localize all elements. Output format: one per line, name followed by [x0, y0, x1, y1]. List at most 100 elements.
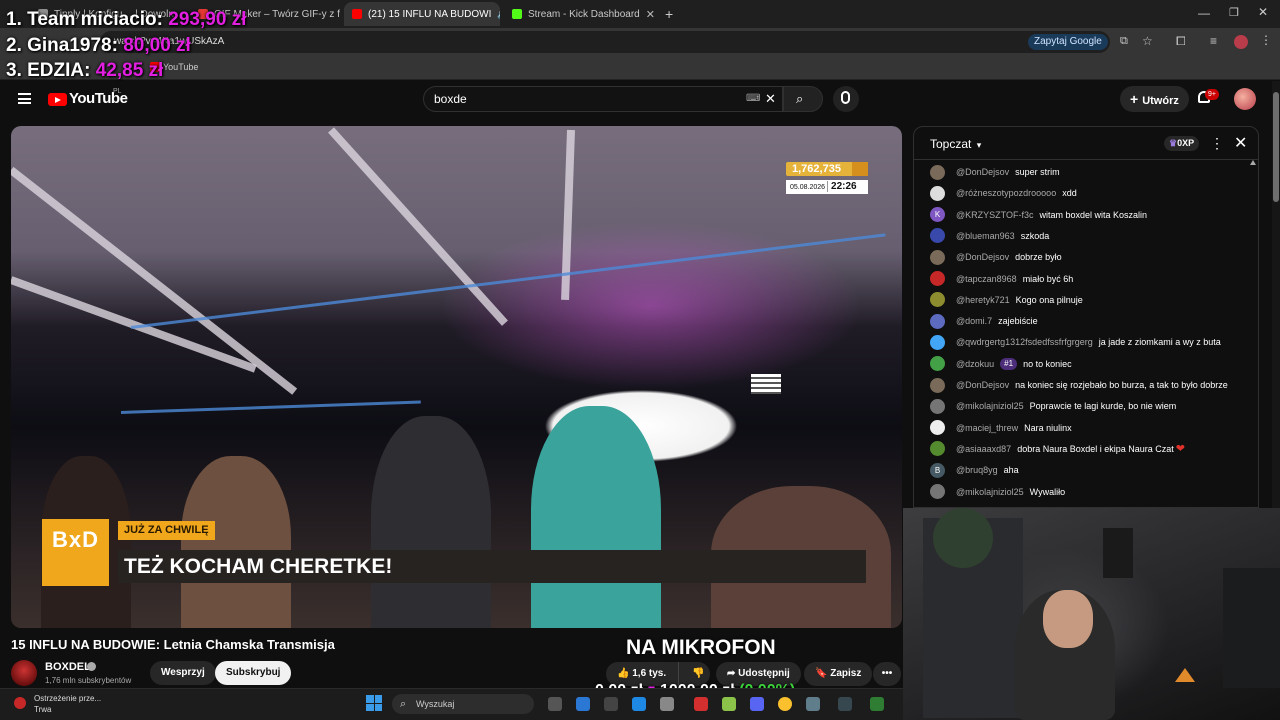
chat-author-avatar[interactable] [930, 292, 945, 308]
chat-author[interactable]: @domi.7 [956, 316, 992, 326]
file-explorer-icon[interactable] [660, 697, 674, 711]
page-scrollbar-thumb[interactable] [1273, 92, 1279, 202]
chat-message[interactable]: @tapczan8968 miało być 6h [930, 271, 1073, 287]
chat-author[interactable]: @qwdrgertg1312fsdedfssfrfgrgerg [956, 337, 1093, 347]
voice-search-button[interactable] [833, 86, 859, 112]
subscribe-button[interactable]: Subskrybuj [215, 661, 292, 685]
app-icon[interactable] [722, 697, 736, 711]
chat-mode-dropdown[interactable]: Topczat ▾ [930, 137, 981, 151]
search-button[interactable]: ⌕ [783, 86, 823, 112]
obs-icon[interactable] [838, 697, 852, 711]
taskbar-search[interactable]: ⌕ Wyszukaj [392, 694, 534, 714]
chat-author[interactable]: @DonDejsov [956, 252, 1009, 262]
edge-icon[interactable] [576, 697, 590, 711]
chat-message[interactable]: K @KRZYSZTOF-f3c witam boxdel wita Koszali… [930, 207, 1147, 223]
chrome-icon[interactable] [778, 697, 792, 711]
channel-avatar[interactable] [11, 660, 37, 686]
chat-message[interactable]: @mikolajniziol25 Poprawcie te lagi kurde,… [930, 398, 1176, 414]
chat-author[interactable]: @tapczan8968 [956, 274, 1017, 284]
keyboard-icon[interactable]: ⌨ [746, 87, 760, 111]
url-field[interactable]: watch?v=4Ka1wUSkAzA [100, 31, 1110, 53]
chat-author[interactable]: @KRZYSZTOF-f3c [956, 210, 1033, 220]
chat-author-avatar[interactable]: B [930, 462, 945, 478]
tab-kick[interactable]: Stream - Kick Dashboard ✕ [504, 2, 656, 26]
chat-message[interactable]: @asiaaaxd87 dobra Naura Boxdel i ekipa Na… [930, 441, 1185, 457]
chat-message[interactable]: @heretyk721 Kogo ona pilnuje [930, 292, 1083, 308]
chat-message[interactable]: @dzokuu #1 no to koniec [930, 356, 1072, 372]
search-input[interactable]: boxde ⌨ ✕ [423, 86, 783, 112]
chat-message[interactable]: @różneszotypozdrooooo xdd [930, 185, 1077, 201]
chat-author-avatar[interactable] [930, 356, 945, 372]
browser-menu-icon[interactable]: ⋮ [1260, 33, 1272, 47]
chat-author-avatar[interactable] [930, 441, 945, 457]
chat-message[interactable]: @DonDejsov dobrze było [930, 249, 1062, 265]
bookmark-youtube[interactable]: YouTube [163, 62, 198, 72]
xbox-icon[interactable] [870, 697, 884, 711]
chat-author-avatar[interactable] [930, 249, 945, 265]
chat-author-avatar[interactable] [930, 185, 945, 201]
minimize-icon[interactable]: — [1198, 6, 1210, 20]
xp-badge[interactable]: ♛0XP [1164, 136, 1200, 151]
discord-icon[interactable] [750, 697, 764, 711]
profile-avatar-icon[interactable] [1234, 35, 1248, 49]
app-icon[interactable] [632, 697, 646, 711]
chat-author[interactable]: @blueman963 [956, 231, 1015, 241]
cast-icon[interactable]: ⧉ [1120, 35, 1128, 48]
extensions-icon[interactable]: ⧠ [1176, 34, 1186, 49]
chat-author[interactable]: @DonDejsov [956, 167, 1009, 177]
chat-author-avatar[interactable] [930, 164, 945, 180]
chat-message[interactable]: @maciej_threw Nara niulinx [930, 420, 1072, 436]
chat-author[interactable]: @mikolajniziol25 [956, 401, 1024, 411]
app-icon[interactable] [806, 697, 820, 711]
chat-author[interactable]: @różneszotypozdrooooo [956, 188, 1056, 198]
youtube-logo-icon[interactable] [48, 93, 67, 106]
close-chat-icon[interactable]: ✕ [1234, 133, 1247, 153]
chat-author-avatar[interactable] [930, 377, 945, 393]
app-icon[interactable] [604, 697, 618, 711]
chat-author-avatar[interactable]: K [930, 207, 945, 223]
reading-list-icon[interactable]: ≡ [1210, 34, 1217, 48]
join-button[interactable]: Wesprzyj [150, 661, 216, 685]
chat-author[interactable]: @mikolajniziol25 [956, 487, 1024, 497]
chat-author-avatar[interactable] [930, 271, 945, 286]
chat-author-avatar[interactable] [930, 334, 945, 350]
more-actions-button[interactable]: ••• [873, 662, 901, 686]
chat-message[interactable]: @DonDejsov na koniec się rozjebało bo bur… [930, 377, 1228, 393]
create-button[interactable]: + Utwórz [1120, 86, 1189, 112]
ask-google-button[interactable]: Zapytaj Google [1028, 34, 1108, 50]
chat-menu-icon[interactable]: ⋮ [1210, 135, 1224, 152]
chat-scrollbar[interactable] [1250, 160, 1256, 505]
chat-message[interactable]: @blueman963 szkoda [930, 228, 1049, 244]
chat-author-avatar[interactable] [930, 398, 945, 414]
chat-author-avatar[interactable] [930, 228, 945, 244]
restore-icon[interactable]: ❐ [1229, 6, 1239, 19]
windows-start-icon[interactable] [366, 695, 382, 711]
chat-author[interactable]: @heretyk721 [956, 295, 1010, 305]
chat-author[interactable]: @maciej_threw [956, 423, 1018, 433]
chat-message[interactable]: @qwdrgertg1312fsdedfssfrfgrgerg ja jade z… [930, 334, 1221, 350]
chat-author[interactable]: @bruq8yg [956, 465, 998, 475]
warning-icon[interactable] [14, 697, 26, 709]
warning-title[interactable]: Ostrzeżenie prze... [34, 694, 101, 703]
save-button[interactable]: 🔖 Zapisz [804, 662, 873, 686]
chat-message[interactable]: B @bruq8yg aha [930, 462, 1019, 478]
chat-author-avatar[interactable] [930, 484, 945, 499]
task-view-icon[interactable] [548, 697, 562, 711]
app-icon[interactable] [694, 697, 708, 711]
chat-message[interactable]: @domi.7 zajebiście [930, 313, 1038, 329]
tab-youtube[interactable]: (21) 15 INFLU NA BUDOWI 🔊 ✕ [344, 2, 500, 26]
clear-search-icon[interactable]: ✕ [765, 87, 776, 111]
chat-author[interactable]: @dzokuu [956, 359, 994, 369]
chat-author-avatar[interactable] [930, 420, 945, 436]
channel-name[interactable]: BOXDEL [45, 661, 91, 673]
hamburger-menu-icon[interactable] [18, 93, 31, 104]
chat-author[interactable]: @DonDejsov [956, 380, 1009, 390]
new-tab-icon[interactable]: + [665, 6, 673, 22]
chat-author[interactable]: @asiaaaxd87 [956, 444, 1011, 454]
account-avatar[interactable] [1234, 88, 1256, 110]
bookmark-star-icon[interactable]: ☆ [1142, 34, 1153, 48]
chat-message[interactable]: @mikolajniziol25 Wywaliło [930, 484, 1065, 500]
close-window-icon[interactable]: ✕ [1258, 5, 1268, 19]
chat-author-avatar[interactable] [930, 313, 945, 329]
close-tab-icon[interactable]: ✕ [646, 8, 655, 21]
